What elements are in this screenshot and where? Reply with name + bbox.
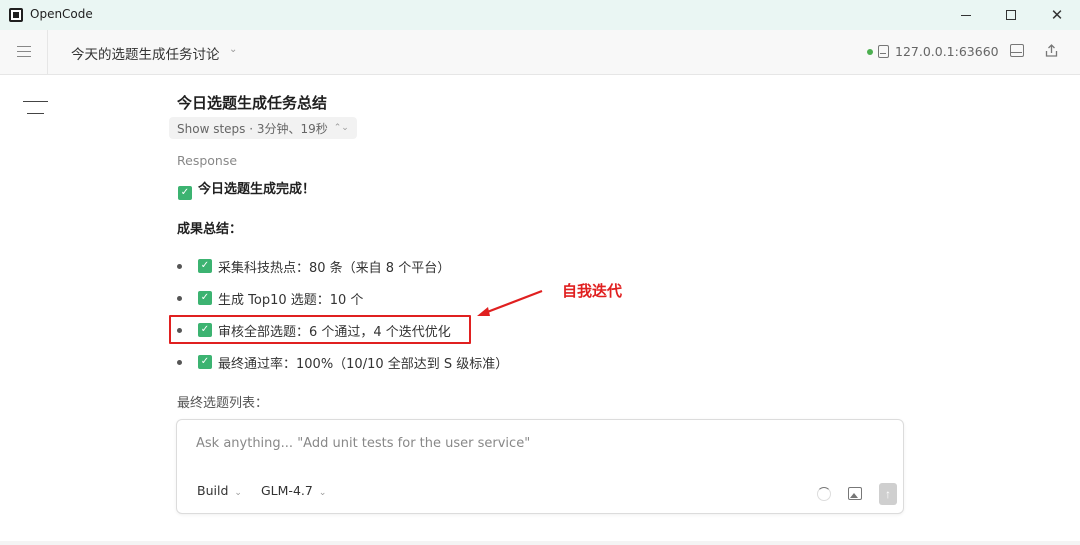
close-button[interactable]: ✕ xyxy=(1034,0,1080,30)
server-icon xyxy=(878,45,889,58)
hamburger-menu-icon[interactable] xyxy=(17,46,31,57)
maximize-icon xyxy=(1006,10,1016,20)
final-list-label: 最终选题列表： xyxy=(177,396,269,411)
session-title[interactable]: 今天的选题生成任务讨论 xyxy=(71,43,220,63)
list-item-text: 最终通过率：100%（10/10 全部达到 S 级标准） xyxy=(218,356,509,372)
check-icon: ✓ xyxy=(198,355,212,369)
summary-heading: 成果总结： xyxy=(177,222,243,237)
completion-text: 今日选题生成完成！ xyxy=(198,182,316,197)
server-address[interactable]: 127.0.0.1:63660 xyxy=(895,44,999,59)
maximize-button[interactable] xyxy=(988,0,1034,30)
task-title: 今日选题生成任务总结 xyxy=(177,94,328,112)
show-steps-label: Show steps · 3分钟、19秒 xyxy=(177,121,328,136)
attach-image-icon[interactable] xyxy=(848,487,862,500)
list-item: ✓ 生成 Top10 选题：10 个 xyxy=(177,288,363,308)
model-select[interactable]: GLM-4.7 ⌄ xyxy=(261,483,326,498)
show-steps-button[interactable]: Show steps · 3分钟、19秒 ⌃⌄ xyxy=(169,117,357,139)
chevron-down-icon[interactable]: ⌄ xyxy=(229,44,237,55)
close-icon: ✕ xyxy=(1050,5,1064,24)
bullet-dot xyxy=(177,295,182,301)
annotation-arrow-icon xyxy=(477,289,543,316)
send-button[interactable]: ↑ xyxy=(879,483,897,505)
list-item: ✓ 最终通过率：100%（10/10 全部达到 S 级标准） xyxy=(177,352,508,372)
prompt-input[interactable] xyxy=(196,433,876,453)
chevron-down-icon: ⌄ xyxy=(234,488,242,498)
session-header: 今天的选题生成任务讨论 ⌄ 127.0.0.1:63660 xyxy=(0,30,1080,75)
annotation-label: 自我迭代 xyxy=(562,282,623,300)
connection-status-dot xyxy=(867,49,873,55)
loading-spinner-icon xyxy=(817,487,831,501)
minimize-button[interactable] xyxy=(943,0,989,30)
app-title: OpenCode xyxy=(30,7,93,21)
list-item-text: 采集科技热点：80 条（来自 8 个平台） xyxy=(218,260,451,276)
app-logo-icon xyxy=(9,8,23,22)
mode-select[interactable]: Build ⌄ xyxy=(197,483,242,498)
prompt-composer: Build ⌄ GLM-4.7 ⌄ ↑ xyxy=(176,419,904,514)
expand-chevron-icon: ⌃⌄ xyxy=(333,123,349,133)
minimize-icon xyxy=(961,14,971,16)
response-label: Response xyxy=(177,153,238,168)
annotation-highlight-box xyxy=(169,315,471,344)
sidebar-toggle-icon[interactable] xyxy=(23,101,48,115)
list-item: ✓ 采集科技热点：80 条（来自 8 个平台） xyxy=(177,256,450,276)
chevron-down-icon: ⌄ xyxy=(318,488,327,498)
mode-select-label: Build xyxy=(197,483,229,498)
completion-line: ✓ 今日选题生成完成！ xyxy=(178,178,315,200)
window-titlebar: OpenCode ✕ xyxy=(0,0,1080,30)
panel-toggle-icon[interactable] xyxy=(1010,44,1024,57)
check-icon: ✓ xyxy=(198,291,212,305)
header-divider xyxy=(47,30,48,75)
bullet-dot xyxy=(177,359,182,365)
window-bottom-edge xyxy=(0,541,1080,545)
check-icon: ✓ xyxy=(178,186,192,200)
check-icon: ✓ xyxy=(198,259,212,273)
bullet-dot xyxy=(177,263,182,269)
share-icon[interactable] xyxy=(1044,43,1059,58)
list-item-text: 生成 Top10 选题：10 个 xyxy=(218,292,364,308)
model-select-label: GLM-4.7 xyxy=(261,483,313,498)
